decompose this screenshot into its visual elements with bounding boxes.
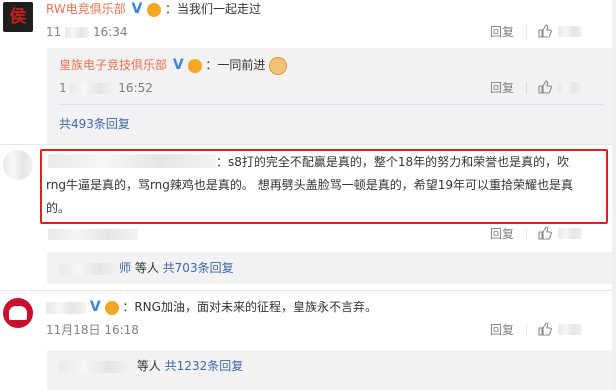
comment2-reply-button[interactable]: 回复 bbox=[490, 226, 514, 242]
verified-v-icon: V bbox=[89, 299, 101, 315]
blurred-date bbox=[70, 83, 115, 94]
comment-divider bbox=[0, 290, 616, 291]
subreply1-time: 16:52 bbox=[118, 81, 153, 95]
comment3-header: V ：RNG加油，面对未来的征程，皇族永不言弃。 bbox=[46, 298, 377, 316]
subreply1-time-row: 1 16:52 bbox=[59, 80, 153, 96]
comment1-time-row: 11 16:34 bbox=[46, 24, 128, 40]
comment1-reply-button[interactable]: 回复 bbox=[490, 24, 514, 40]
comment2-line3: 的。 bbox=[46, 201, 71, 215]
like-count-blurred bbox=[558, 228, 582, 239]
blurred-date bbox=[65, 27, 90, 38]
comment2-action-divider bbox=[526, 228, 527, 240]
vip-badge-icon bbox=[147, 2, 162, 17]
panel-divider bbox=[59, 104, 604, 105]
subreply1-text: ：一同前进 bbox=[205, 58, 266, 72]
blurred-time bbox=[48, 229, 138, 240]
like-count-blurred bbox=[558, 82, 582, 93]
thumbs-up-icon[interactable] bbox=[538, 322, 552, 336]
comment-divider bbox=[0, 144, 616, 145]
like-count-blurred bbox=[558, 324, 582, 335]
comment2-line2: rng牛逼是真的，骂rng辣鸡也是真的。 想再劈头盖脸骂一顿是真的，希望19年可… bbox=[46, 178, 573, 192]
thumbs-up-icon[interactable] bbox=[538, 226, 552, 240]
verified-v-icon: V bbox=[131, 1, 143, 17]
subreply1-reply-button[interactable]: 回复 bbox=[490, 80, 514, 96]
scrollbar-track[interactable] bbox=[612, 0, 616, 390]
thumbs-up-icon[interactable] bbox=[538, 80, 552, 94]
comment1-time: 16:34 bbox=[92, 25, 128, 39]
subreply1-action-divider bbox=[526, 82, 527, 94]
vip-badge-icon bbox=[104, 300, 119, 315]
comment2-total-link[interactable]: 共703条回复 bbox=[163, 261, 234, 275]
comment2-summary: 师 等人 共703条回复 bbox=[59, 260, 234, 276]
rw-avatar[interactable]: 侯 bbox=[3, 2, 33, 32]
subreply1-time-prefix: 1 bbox=[59, 81, 67, 95]
comment3-summary-etc: 等人 bbox=[136, 359, 161, 373]
comment2-line1: ：s8打的完全不配赢是真的，整个18年的努力和荣誉也是真的，吹 bbox=[216, 155, 570, 169]
comment3-action-divider bbox=[526, 324, 527, 336]
comment3-time: 11月18日 16:18 bbox=[46, 323, 139, 337]
rw-logo-mark: 侯 bbox=[9, 7, 27, 27]
comment1-action-divider bbox=[526, 26, 527, 38]
total-replies-link[interactable]: 共493条回复 bbox=[59, 116, 130, 132]
thumbs-up-icon[interactable] bbox=[538, 24, 552, 38]
comment2-summary-etc: 等人 bbox=[131, 261, 159, 275]
vip-badge-icon bbox=[187, 58, 202, 73]
fist-emoji-icon bbox=[269, 56, 288, 75]
comment3-total-link[interactable]: 共1232条回复 bbox=[165, 359, 244, 373]
kfc-avatar[interactable] bbox=[3, 298, 33, 328]
blurred-username[interactable] bbox=[48, 154, 216, 168]
subreply1-author[interactable]: 皇族电子竞技俱乐部 bbox=[59, 58, 167, 72]
user-avatar[interactable] bbox=[3, 150, 33, 180]
blurred-replier bbox=[59, 360, 133, 373]
comment3-reply-button[interactable]: 回复 bbox=[490, 322, 514, 338]
blurred-username[interactable] bbox=[46, 301, 86, 314]
comment1-header: RW电竞俱乐部 V ：当我们一起走过 bbox=[46, 0, 261, 18]
subreply1-header: 皇族电子竞技俱乐部 V ：一同前进 bbox=[59, 56, 288, 75]
blurred-replier bbox=[59, 262, 119, 275]
comment1-text: ：当我们一起走过 bbox=[165, 2, 262, 16]
comment3-text: ：RNG加油，面对未来的征程，皇族永不言弃。 bbox=[122, 300, 377, 314]
comment2-summary-suffix[interactable]: 师 bbox=[119, 261, 131, 275]
comment1-author[interactable]: RW电竞俱乐部 bbox=[46, 2, 126, 16]
like-count-blurred bbox=[558, 26, 582, 37]
kfc-logo-mark bbox=[9, 306, 27, 320]
verified-v-icon: V bbox=[172, 57, 184, 73]
comment3-summary: 等人 共1232条回复 bbox=[59, 358, 243, 374]
comment1-time-prefix: 11 bbox=[46, 25, 62, 39]
